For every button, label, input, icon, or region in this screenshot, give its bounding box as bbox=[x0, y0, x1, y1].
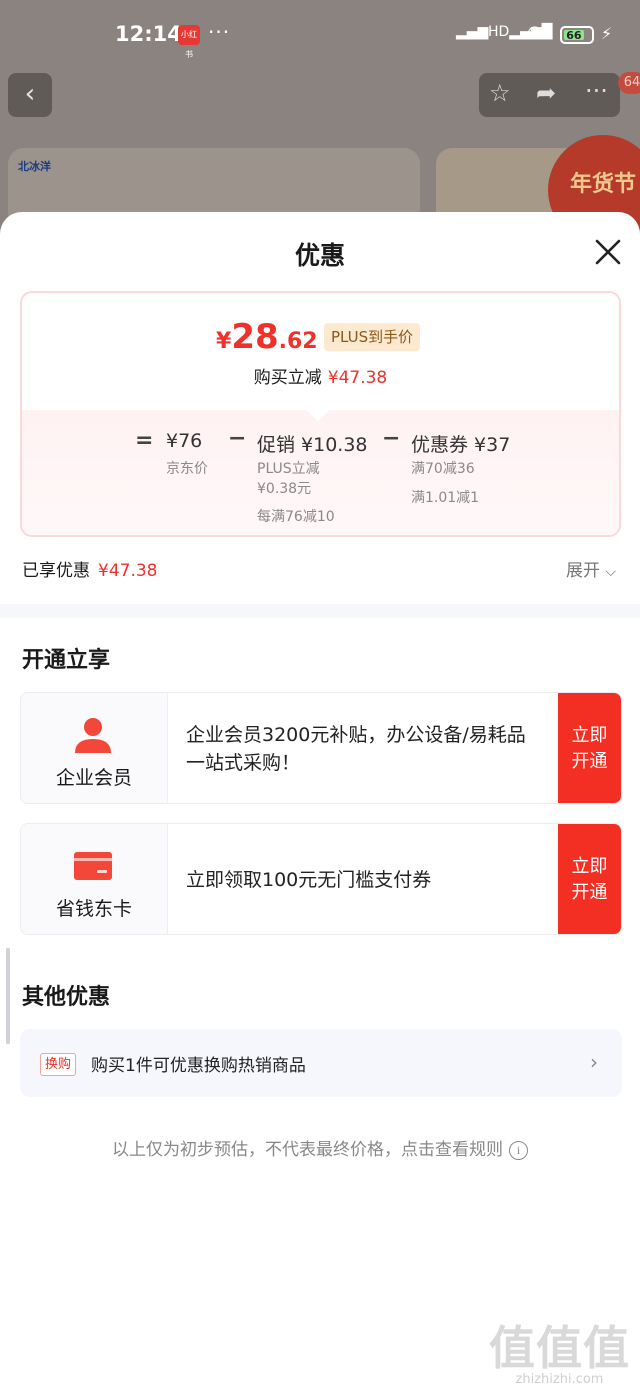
member-card-left: 省钱东卡 bbox=[21, 824, 168, 934]
card-icon bbox=[74, 852, 112, 880]
chevron-down-icon: ⌵ bbox=[605, 564, 617, 580]
member-card-enterprise[interactable]: 企业会员 企业会员3200元补贴，办公设备/易耗品一站式采购！ 立即 开通 bbox=[20, 692, 622, 804]
sheet-title: 优惠 bbox=[294, 241, 345, 270]
trade-in-text: 购买1件可优惠换购热销商品 bbox=[91, 1056, 306, 1076]
rules-note-text: 以上仅为初步预估，不代表最终价格，点击查看规则 bbox=[112, 1140, 503, 1160]
coupon-rule-2: 满1.01减1 bbox=[411, 490, 480, 506]
expand-button[interactable]: 展开 ⌵ bbox=[566, 556, 616, 581]
jd-price: ¥76 bbox=[166, 430, 203, 452]
chevron-right-icon: › bbox=[590, 1050, 598, 1074]
app-notification-icon: 小红书 bbox=[178, 25, 200, 59]
member-name: 企业会员 bbox=[55, 767, 132, 789]
member-desc: 企业会员3200元补贴，办公设备/易耗品一站式采购！ bbox=[186, 724, 526, 774]
scrollbar[interactable] bbox=[6, 948, 10, 1044]
rules-note[interactable]: 以上仅为初步预估，不代表最终价格，点击查看规则 i bbox=[0, 1135, 640, 1160]
discount-sheet: 优惠 ¥28.62 PLUS到手价 购买立减 ¥47.38 = ¥76 京东价 −… bbox=[0, 212, 640, 1387]
coupon-discount: 优惠券 ¥37 bbox=[411, 434, 511, 456]
user-icon bbox=[75, 718, 111, 753]
activate-button[interactable]: 立即 开通 bbox=[558, 824, 621, 934]
activate-label-line1: 立即 bbox=[571, 725, 608, 746]
hd-signal-icon: HD▂▄▆█ bbox=[488, 24, 553, 40]
share-icon[interactable]: ➦ bbox=[536, 79, 556, 107]
coupon-rule-1: 满70减36 bbox=[411, 461, 475, 477]
trade-in-row[interactable]: 换购 购买1件可优惠换购热销商品 › bbox=[20, 1029, 622, 1097]
promo-discount: 促销 ¥10.38 bbox=[257, 434, 368, 456]
signal-icon: ▂▄▆ bbox=[456, 24, 489, 40]
member-name: 省钱东卡 bbox=[55, 898, 132, 920]
battery-level: 66 bbox=[564, 30, 584, 41]
activate-label-line2: 开通 bbox=[571, 882, 608, 903]
enjoyed-amount: ¥47.38 bbox=[98, 561, 158, 581]
battery-icon: 66 bbox=[560, 26, 594, 44]
purchase-discount-amount: ¥47.38 bbox=[327, 368, 388, 388]
other-section-title: 其他优惠 bbox=[22, 985, 111, 1010]
info-icon[interactable]: i bbox=[509, 1140, 528, 1160]
enjoyed-discount-row: 已享优惠 ¥47.38 bbox=[22, 556, 157, 581]
brand-logo: 北冰洋 bbox=[18, 160, 51, 173]
member-desc: 立即领取100元无门槛支付券 bbox=[186, 869, 432, 891]
promo-plus-amount: ¥0.38元 bbox=[257, 481, 312, 497]
section-divider bbox=[0, 604, 640, 618]
trade-in-tag: 换购 bbox=[40, 1053, 77, 1076]
price-integer: 28 bbox=[231, 317, 279, 357]
jd-price-label: 京东价 bbox=[166, 461, 208, 477]
status-time: 12:14 bbox=[115, 22, 182, 46]
favorite-star-icon[interactable]: ☆ bbox=[489, 79, 511, 107]
price-breakdown-card: ¥28.62 PLUS到手价 购买立减 ¥47.38 = ¥76 京东价 − 促销… bbox=[20, 291, 621, 537]
status-bar: 12:14 小红书 ··· ▂▄▆ HD▂▄▆█ ◠ 66 ⚡ bbox=[0, 0, 640, 72]
plus-price-tag: PLUS到手价 bbox=[324, 323, 421, 351]
nav-action-group: ☆ ➦ ··· bbox=[479, 73, 620, 117]
watermark-logo: 值值值 bbox=[489, 1321, 630, 1375]
purchase-discount-label: 购买立减 bbox=[253, 368, 322, 388]
promo-full-reduction: 每满76减10 bbox=[257, 509, 335, 525]
activate-label-line2: 开通 bbox=[571, 751, 608, 772]
member-card-jd-card[interactable]: 省钱东卡 立即领取100元无门槛支付券 立即 开通 bbox=[20, 823, 622, 935]
expand-label: 展开 bbox=[566, 561, 600, 581]
close-icon[interactable] bbox=[590, 234, 626, 270]
wifi-icon: ◠ bbox=[527, 22, 543, 43]
back-button[interactable]: ‹ bbox=[8, 73, 52, 117]
activate-label-line1: 立即 bbox=[571, 856, 608, 877]
promo-plus-label: PLUS立减 bbox=[257, 461, 320, 477]
activate-button[interactable]: 立即 开通 bbox=[558, 693, 621, 803]
open-section-title: 开通立享 bbox=[22, 648, 111, 673]
price-decimal: .62 bbox=[278, 329, 318, 354]
status-more-icon: ··· bbox=[208, 20, 231, 44]
more-menu-icon[interactable]: ··· bbox=[585, 77, 608, 105]
final-price-area: ¥28.62 PLUS到手价 购买立减 ¥47.38 bbox=[22, 293, 619, 410]
charging-icon: ⚡ bbox=[601, 24, 613, 43]
watermark: 值值值 zhizhizhi.com bbox=[487, 1312, 632, 1387]
minus-sign-2: − bbox=[382, 426, 401, 451]
final-price: ¥28.62 bbox=[216, 317, 318, 357]
member-card-left: 企业会员 bbox=[21, 693, 168, 803]
purchase-discount-line: 购买立减 ¥47.38 bbox=[22, 363, 619, 388]
price-formula: = ¥76 京东价 − 促销 ¥10.38 PLUS立减 ¥0.38元 每满76… bbox=[22, 398, 619, 535]
price-currency: ¥ bbox=[216, 329, 232, 354]
equals-sign: = bbox=[135, 428, 154, 453]
minus-sign: − bbox=[228, 426, 247, 451]
cart-count-badge: 64 bbox=[618, 72, 640, 94]
enjoyed-label: 已享优惠 bbox=[22, 561, 90, 581]
